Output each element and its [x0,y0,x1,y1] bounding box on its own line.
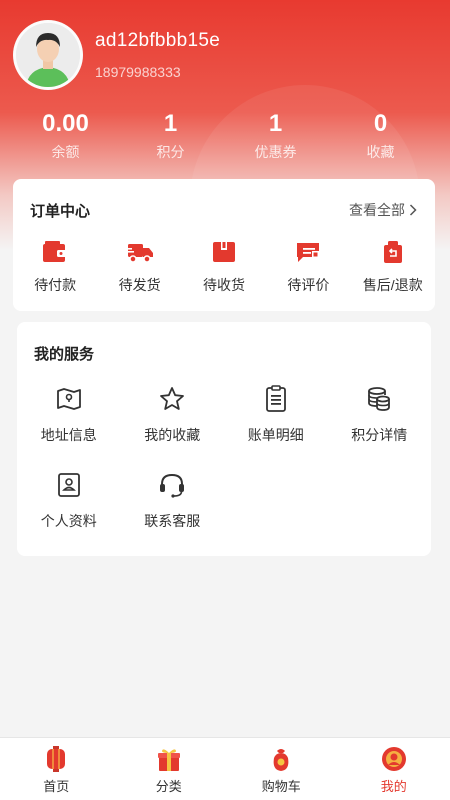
tab-home[interactable]: 首页 [0,738,113,800]
stat-favorites[interactable]: 0 收藏 [328,108,433,162]
stat-value: 1 [268,110,283,137]
coins-icon [328,384,432,414]
order-center-card: 订单中心 查看全部 待付款 待发货 待收货 待评价 售后/退款 [13,179,435,311]
tab-label: 首页 [43,779,70,794]
order-after-sales[interactable]: 售后/退款 [351,239,435,295]
tab-category[interactable]: 分类 [113,738,226,800]
stat-points[interactable]: 1 积分 [118,108,223,162]
stat-value: 1 [163,110,178,137]
chevron-right-icon [409,204,417,216]
stat-coupons[interactable]: 1 优惠券 [223,108,328,162]
stat-label: 收藏 [366,144,395,160]
view-all-label: 查看全部 [349,202,405,218]
view-all-orders-link[interactable]: 查看全部 [349,200,417,220]
package-box-icon [182,239,266,265]
service-points[interactable]: 积分详情 [328,384,432,470]
order-pending-payment[interactable]: 待付款 [13,239,97,295]
review-card-icon [266,239,350,265]
phone-number: 18979988333 [95,64,181,80]
service-label: 地址信息 [40,427,97,443]
shopping-bag-icon [225,746,338,772]
stat-balance[interactable]: 0.00 余额 [13,108,118,162]
my-services-card: 我的服务 地址信息 我的收藏 账单明细 积分详情 个人资料 联系客服 [17,322,431,556]
user-avatar-image [16,23,80,87]
service-label: 我的收藏 [144,427,201,443]
service-label: 个人资料 [40,513,97,529]
stat-label: 优惠券 [254,144,297,160]
account-stats: 0.00 余额 1 积分 1 优惠券 0 收藏 [0,108,450,162]
clipboard-icon [224,384,328,414]
tab-label: 分类 [155,779,182,794]
order-status-label: 待付款 [34,277,77,293]
home-lantern-icon [0,746,113,772]
stat-label: 余额 [51,144,80,160]
refund-bag-icon [351,239,435,265]
order-status-label: 待收货 [202,277,245,293]
order-pending-shipment[interactable]: 待发货 [97,239,181,295]
order-status-list: 待付款 待发货 待收货 待评价 售后/退款 [13,239,435,295]
tab-label: 我的 [380,779,407,794]
order-status-label: 待评价 [287,277,330,293]
order-pending-receipt[interactable]: 待收货 [182,239,266,295]
bottom-tab-bar: 首页 分类 购物车 我的 [0,737,450,800]
services-grid: 地址信息 我的收藏 账单明细 积分详情 个人资料 联系客服 [17,384,431,556]
service-label: 积分详情 [351,427,408,443]
wallet-icon [13,239,97,265]
user-avatar-icon [338,746,450,772]
tab-cart[interactable]: 购物车 [225,738,338,800]
order-center-title: 订单中心 [30,203,91,220]
order-status-label: 待发货 [118,277,161,293]
avatar[interactable] [13,20,83,90]
service-label: 联系客服 [144,513,201,529]
order-status-label: 售后/退款 [362,277,423,293]
tab-label: 购物车 [261,779,301,794]
service-label: 账单明细 [247,427,304,443]
stat-label: 积分 [156,144,185,160]
service-bills[interactable]: 账单明细 [224,384,328,470]
username: ad12bfbbb15e [95,30,221,51]
service-customer-support[interactable]: 联系客服 [121,470,225,556]
id-card-icon [17,470,121,500]
service-address[interactable]: 地址信息 [17,384,121,470]
stat-value: 0 [373,110,388,137]
headset-icon [121,470,225,500]
service-favorites[interactable]: 我的收藏 [121,384,225,470]
delivery-truck-icon [97,239,181,265]
stat-value: 0.00 [42,110,89,137]
service-profile[interactable]: 个人资料 [17,470,121,556]
order-pending-review[interactable]: 待评价 [266,239,350,295]
star-icon [121,384,225,414]
gift-box-icon [113,746,226,772]
my-services-title: 我的服务 [34,346,95,363]
tab-mine[interactable]: 我的 [338,738,450,800]
map-icon [17,384,121,414]
